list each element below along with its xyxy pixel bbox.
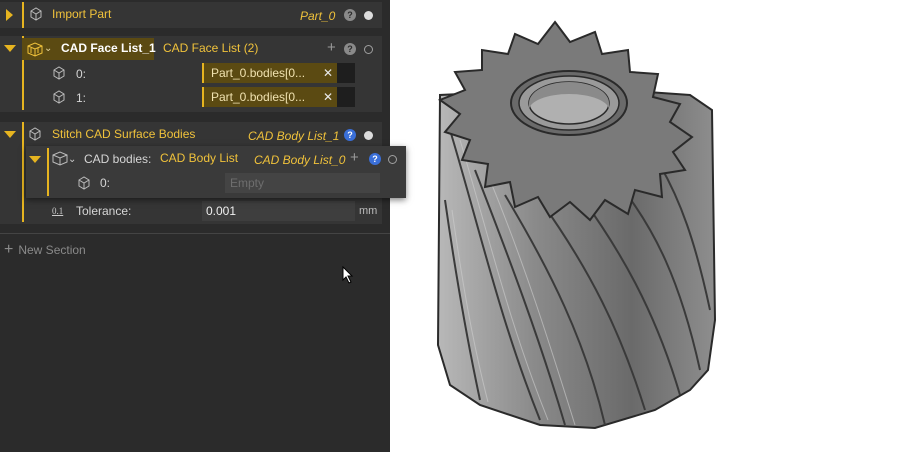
- face-list-expand-toggle[interactable]: [4, 36, 16, 60]
- cad-bodies-type: CAD Body List: [160, 151, 239, 165]
- helical-gear-model: [436, 20, 717, 430]
- cad-bodies-value: CAD Body List_0: [254, 153, 346, 167]
- help-icon[interactable]: ?: [344, 129, 356, 141]
- import-part-value: Part_0: [300, 9, 336, 23]
- body-list-icon: [52, 151, 68, 166]
- face-item-slot: [337, 63, 355, 83]
- face-item-slot: [337, 87, 355, 107]
- status-ring-icon[interactable]: [364, 44, 373, 54]
- stitch-title: Stitch CAD Surface Bodies: [52, 127, 196, 141]
- stitch-icon: [29, 127, 41, 141]
- face-list-type-label: CAD Face List (2): [163, 41, 259, 55]
- accent-bar: [22, 2, 24, 28]
- new-section-label: New Section: [18, 243, 86, 257]
- face-item-value: Part_0.bodies[0...: [211, 90, 306, 104]
- tolerance-input[interactable]: 0.001: [202, 201, 355, 221]
- face-list-icon: [27, 42, 43, 57]
- 3d-viewport[interactable]: [390, 0, 898, 452]
- node-panel: Import Part Part_0 ? ⌄ CAD Face List_1 C…: [0, 0, 390, 452]
- accent-bar: [22, 122, 24, 222]
- stitch-value: CAD Body List_1: [248, 129, 340, 143]
- accent-bar: [47, 148, 49, 196]
- body-item-placeholder: Empty: [230, 176, 265, 190]
- tolerance-value: 0.001: [206, 204, 237, 218]
- body-icon: [78, 176, 90, 190]
- chevron-down-icon[interactable]: ⌄: [68, 154, 76, 165]
- face-icon: [53, 66, 65, 80]
- remove-icon[interactable]: ✕: [323, 66, 333, 80]
- import-part-icon: [30, 7, 42, 21]
- status-dot-icon[interactable]: [364, 130, 373, 140]
- numeric-icon: 0.1: [52, 206, 64, 216]
- add-item-icon[interactable]: +: [350, 150, 359, 165]
- face-item-value-chip[interactable]: Part_0.bodies[0... ✕: [202, 63, 339, 83]
- import-part-expand-toggle[interactable]: [6, 3, 13, 27]
- mouse-cursor-icon: [342, 266, 354, 284]
- help-icon[interactable]: ?: [344, 43, 356, 55]
- cad-bodies-label: CAD bodies:: [84, 152, 152, 166]
- body-item-index: 0:: [100, 176, 111, 190]
- face-item-value: Part_0.bodies[0...: [211, 66, 306, 80]
- face-item-index: 1:: [76, 91, 87, 105]
- help-icon[interactable]: ?: [369, 153, 381, 165]
- divider: [0, 233, 390, 234]
- tolerance-label: Tolerance:: [76, 204, 132, 218]
- plus-icon: +: [4, 241, 14, 258]
- chevron-down-icon[interactable]: ⌄: [44, 43, 52, 54]
- status-dot-icon[interactable]: [364, 10, 373, 20]
- remove-icon[interactable]: ✕: [323, 90, 333, 104]
- face-item-value-chip[interactable]: Part_0.bodies[0... ✕: [202, 87, 339, 107]
- add-item-icon[interactable]: +: [327, 40, 336, 55]
- stitch-expand-toggle[interactable]: [4, 122, 16, 146]
- import-part-title: Import Part: [52, 7, 112, 21]
- help-icon[interactable]: ?: [344, 9, 356, 21]
- face-list-title[interactable]: CAD Face List_1: [61, 41, 156, 55]
- face-icon: [53, 90, 65, 104]
- tolerance-unit: mm: [359, 205, 378, 217]
- body-item-input[interactable]: Empty: [225, 173, 380, 193]
- new-section-button[interactable]: + New Section: [4, 238, 86, 262]
- face-item-index: 0:: [76, 67, 87, 81]
- cad-bodies-expand-toggle[interactable]: [29, 147, 41, 171]
